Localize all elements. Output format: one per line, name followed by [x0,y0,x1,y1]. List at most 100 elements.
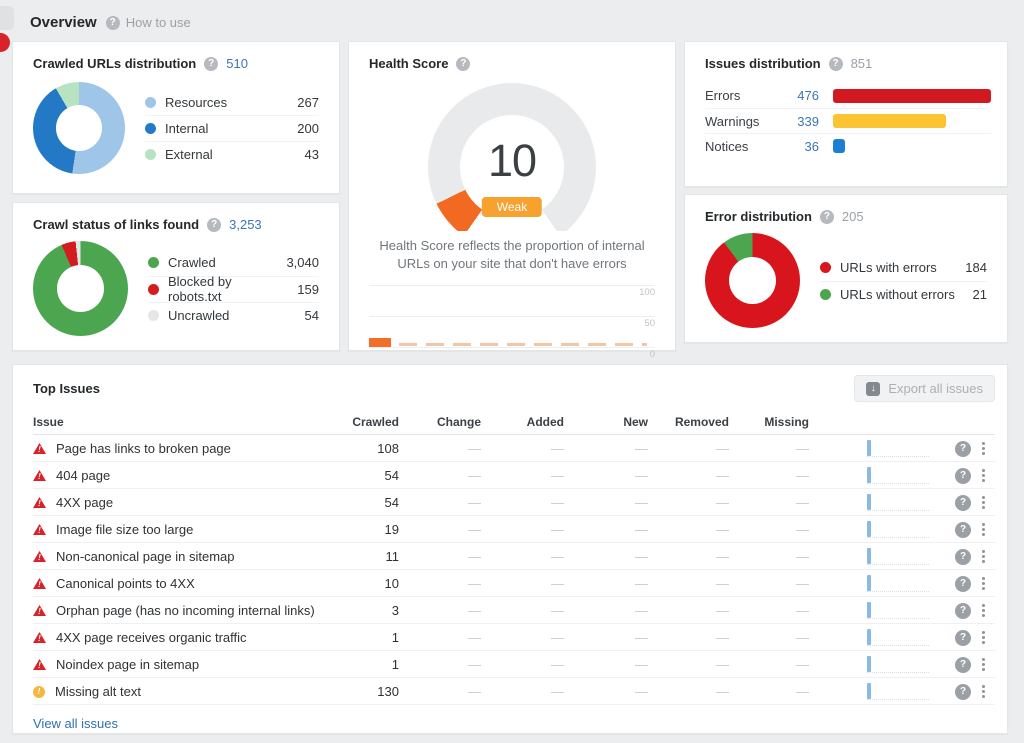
added-value: — [481,684,564,699]
legend-label: Crawled [168,255,216,270]
warnings-count-link[interactable]: 339 [775,114,819,129]
crawled-value: 1 [341,630,399,645]
change-value: — [399,630,481,645]
missing-value: — [729,576,809,591]
legend-dot [820,262,831,273]
legend-dot [145,97,156,108]
issue-help-icon[interactable] [955,657,971,673]
legend-item: URLs with errors 184 [820,255,987,281]
issue-name-cell[interactable]: Page has links to broken page [33,441,341,456]
crawl-status-total[interactable]: 3,253 [229,217,262,232]
notices-bar [833,139,845,153]
help-icon[interactable] [829,57,843,71]
issue-menu-icon[interactable] [971,678,995,705]
sparkline-baseline [867,699,929,700]
error-icon [33,551,46,562]
help-icon[interactable] [204,57,218,71]
issue-name-cell[interactable]: 4XX page receives organic traffic [33,630,341,645]
issue-menu-icon[interactable] [971,597,995,624]
issue-name-cell[interactable]: Missing alt text [33,684,341,699]
dist-label: Notices [705,139,775,154]
crawled-urls-total[interactable]: 510 [226,56,248,71]
legend-value: 159 [297,282,319,297]
legend-label: URLs with errors [840,260,937,275]
issue-help-icon[interactable] [955,522,971,538]
view-all-issues-link[interactable]: View all issues [33,716,118,731]
legend-item: Blocked by robots.txt 159 [148,276,319,302]
warnings-bar [833,114,946,128]
issue-name-cell[interactable]: 4XX page [33,495,341,510]
issue-help-icon[interactable] [955,549,971,565]
history-empty-bars [399,343,647,346]
issue-help-icon[interactable] [955,684,971,700]
help-icon[interactable] [820,210,834,224]
error-distribution-card: Error distribution 205 URLs with errors … [684,194,1008,343]
issue-menu-icon[interactable] [971,435,995,462]
sparkline-bar [867,548,871,564]
issue-menu-icon[interactable] [971,570,995,597]
change-value: — [399,657,481,672]
legend-label: External [165,147,213,162]
issue-sparkline [809,435,931,462]
issue-help-icon[interactable] [955,441,971,457]
issue-name-cell[interactable]: Non-canonical page in sitemap [33,549,341,564]
added-value: — [481,441,564,456]
legend-label: Internal [165,121,208,136]
issue-sparkline [809,570,931,597]
removed-value: — [648,522,729,537]
crawled-value: 19 [341,522,399,537]
removed-value: — [648,603,729,618]
crawled-value: 10 [341,576,399,591]
top-issues-title: Top Issues [33,381,100,396]
issue-menu-icon[interactable] [971,624,995,651]
added-value: — [481,468,564,483]
issue-menu-icon[interactable] [971,543,995,570]
added-value: — [481,576,564,591]
issue-help-icon[interactable] [955,495,971,511]
errors-count-link[interactable]: 476 [775,88,819,103]
issue-help-icon[interactable] [955,603,971,619]
sparkline-bar [867,683,871,699]
crawled-value: 130 [341,684,399,699]
new-value: — [564,549,648,564]
issue-name-cell[interactable]: 404 page [33,468,341,483]
issue-name-cell[interactable]: Canonical points to 4XX [33,576,341,591]
issue-menu-icon[interactable] [971,489,995,516]
axis-tick: 50 [644,318,655,329]
change-value: — [399,441,481,456]
crawled-value: 3 [341,603,399,618]
issue-menu-icon[interactable] [971,516,995,543]
col-added: Added [481,415,564,429]
error-icon [33,632,46,643]
export-all-issues-button[interactable]: Export all issues [854,375,995,402]
legend-value: 54 [305,308,319,323]
error-icon [33,578,46,589]
issue-name-cell[interactable]: Noindex page in sitemap [33,657,341,672]
issue-menu-icon[interactable] [971,651,995,678]
issue-name-cell[interactable]: Orphan page (has no incoming internal li… [33,603,341,618]
issue-name-cell[interactable]: Image file size too large [33,522,341,537]
notices-count-link[interactable]: 36 [775,139,819,154]
gridline [369,285,655,286]
issue-help-icon[interactable] [955,468,971,484]
help-icon[interactable] [207,218,221,232]
missing-value: — [729,684,809,699]
issue-help-icon[interactable] [955,630,971,646]
added-value: — [481,657,564,672]
error-icon [33,659,46,670]
legend-value: 21 [973,287,987,302]
issue-help-icon[interactable] [955,576,971,592]
issue-menu-icon[interactable] [971,462,995,489]
sparkline-baseline [867,591,929,592]
gridline [369,316,655,317]
legend-dot [820,289,831,300]
help-icon[interactable] [456,57,470,71]
crawled-urls-card: Crawled URLs distribution 510 Resources … [12,41,340,194]
right-column: Issues distribution 851 Errors 476 Warni… [684,41,1008,351]
new-value: — [564,657,648,672]
legend-dot [148,284,159,295]
missing-value: — [729,468,809,483]
error-distribution-total: 205 [842,209,864,224]
how-to-use-link[interactable]: How to use [106,15,191,30]
legend-label: Blocked by robots.txt [168,274,288,304]
